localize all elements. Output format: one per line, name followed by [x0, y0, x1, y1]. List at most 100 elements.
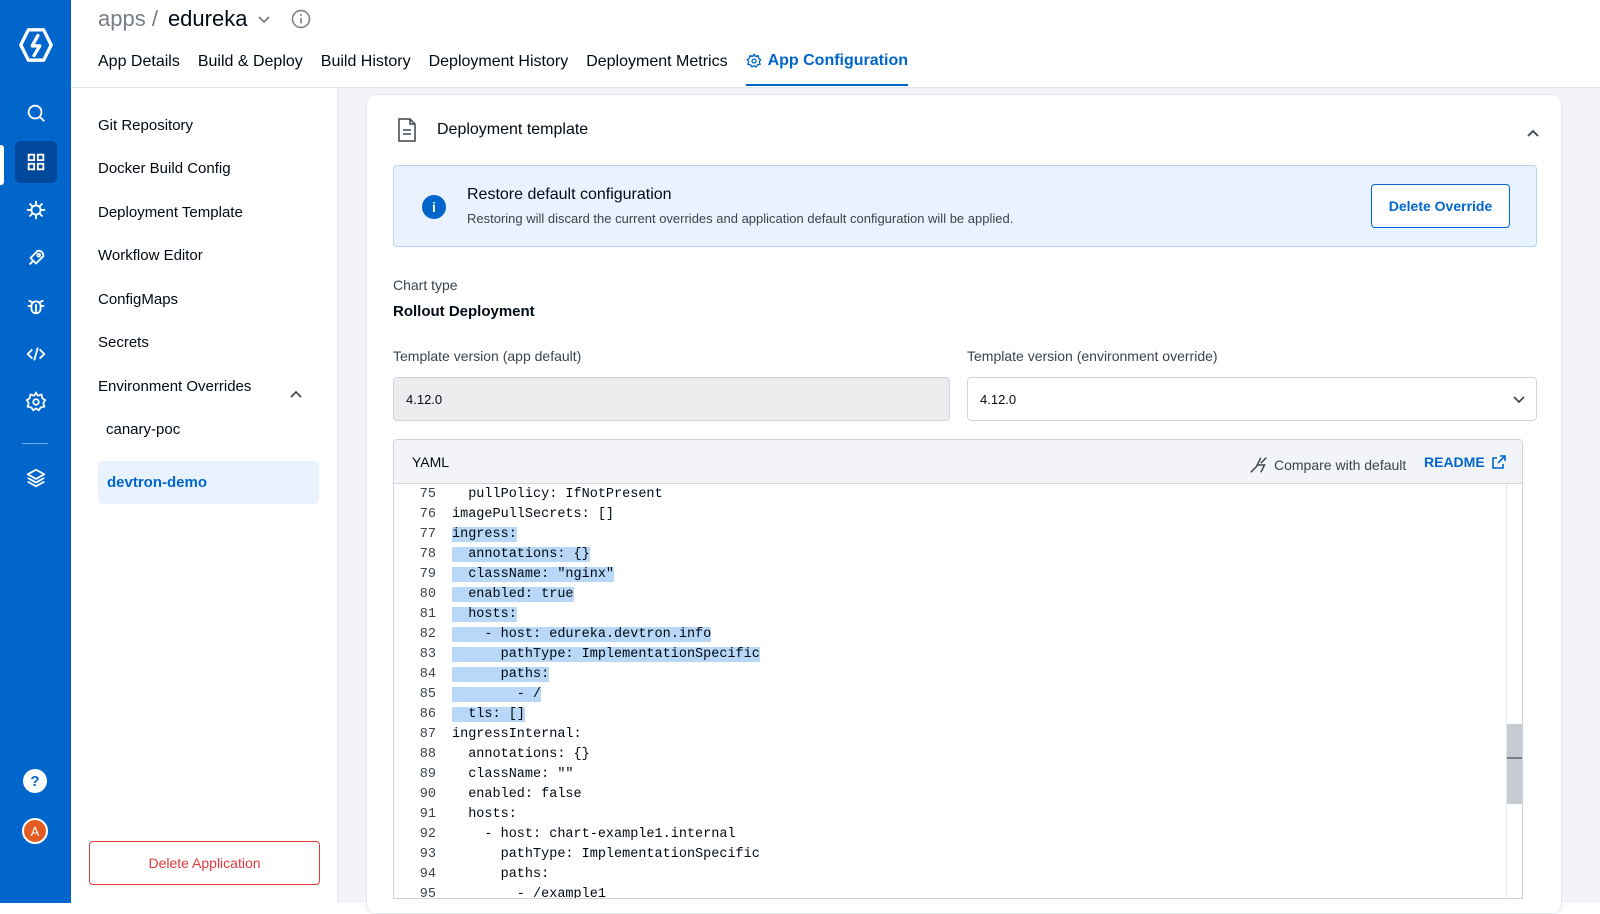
- chevron-up-icon[interactable]: [1525, 125, 1541, 141]
- line-number: 82: [419, 626, 436, 642]
- line-number: 91: [419, 806, 436, 822]
- line-text: tls: []: [452, 706, 525, 722]
- tab-deployment-metrics[interactable]: Deployment Metrics: [586, 52, 727, 86]
- chevron-down-icon: [1513, 396, 1525, 404]
- line-number: 87: [419, 726, 436, 742]
- line-text: - /: [452, 686, 542, 702]
- sidebar-item-git-repository[interactable]: Git Repository: [98, 117, 193, 134]
- scrollbar-thumb[interactable]: [1507, 724, 1522, 804]
- rail-divider: [22, 443, 48, 444]
- delete-application-button[interactable]: Delete Application: [89, 841, 320, 885]
- sidebar-item-secrets[interactable]: Secrets: [98, 334, 149, 351]
- yaml-code-area[interactable]: 75 pullPolicy: IfNotPresent 76 imagePullSe…: [394, 484, 1522, 899]
- line-number: 86: [419, 706, 436, 722]
- tab-build-history[interactable]: Build History: [321, 52, 411, 86]
- template-version-default-label: Template version (app default): [393, 348, 582, 364]
- sidebar-item-devtron-demo[interactable]: devtron-demo: [98, 461, 319, 504]
- info-icon[interactable]: [291, 9, 311, 29]
- readme-link[interactable]: README: [1424, 454, 1507, 470]
- code-line: 89 className: "": [394, 764, 1522, 784]
- devtron-logo-icon[interactable]: [17, 26, 55, 64]
- code-line: 93 pathType: ImplementationSpecific: [394, 844, 1522, 864]
- template-version-override-select[interactable]: 4.12.0: [967, 377, 1537, 421]
- yaml-scrollbar[interactable]: [1506, 484, 1522, 898]
- deployment-template-card: Deployment template i Restore default co…: [366, 94, 1562, 914]
- tab-build-deploy[interactable]: Build & Deploy: [198, 52, 303, 86]
- line-text: enabled: true: [452, 586, 574, 602]
- code-line: 83 pathType: ImplementationSpecific: [394, 644, 1522, 664]
- code-line: 75 pullPolicy: IfNotPresent: [394, 484, 1522, 504]
- compare-arrows-icon: [1250, 457, 1267, 473]
- restore-title: Restore default configuration: [467, 186, 672, 203]
- rail-active-indicator: [0, 145, 4, 185]
- rocket-icon[interactable]: [15, 237, 57, 279]
- line-number: 76: [419, 506, 436, 522]
- line-text: pathType: ImplementationSpecific: [452, 646, 760, 662]
- yaml-editor-header: YAML Compare with default README: [394, 440, 1522, 484]
- line-number: 77: [419, 526, 436, 542]
- breadcrumb: apps / edureka: [98, 6, 311, 32]
- avatar[interactable]: A: [22, 818, 48, 844]
- line-text: pathType: ImplementationSpecific: [452, 846, 760, 862]
- line-number: 90: [419, 786, 436, 802]
- code-line: 76 imagePullSecrets: []: [394, 504, 1522, 524]
- chart-type-label: Chart type: [393, 277, 458, 293]
- line-text: hosts:: [452, 806, 517, 822]
- card-title: Deployment template: [437, 121, 589, 138]
- sidebar-item-configmaps[interactable]: ConfigMaps: [98, 291, 178, 308]
- template-version-override-label: Template version (environment override): [967, 348, 1218, 364]
- line-number: 78: [419, 546, 436, 562]
- sidebar-item-workflow-editor[interactable]: Workflow Editor: [98, 247, 203, 264]
- tab-app-details[interactable]: App Details: [98, 52, 180, 86]
- restore-default-banner: i Restore default configuration Restorin…: [393, 165, 1537, 247]
- code-line: 92 - host: chart-example1.internal: [394, 824, 1522, 844]
- main-content: Deployment template i Restore default co…: [338, 88, 1600, 914]
- line-text: - host: chart-example1.internal: [452, 826, 736, 842]
- line-number: 89: [419, 766, 436, 782]
- code-line: 77 ingress:: [394, 524, 1522, 544]
- line-text: annotations: {}: [452, 546, 590, 562]
- breadcrumb-apps-link[interactable]: apps /: [98, 6, 158, 32]
- apps-grid-icon[interactable]: [15, 141, 57, 183]
- tab-app-configuration[interactable]: App Configuration: [745, 52, 908, 86]
- sidebar-item-deployment-template[interactable]: Deployment Template: [98, 204, 243, 221]
- code-line: 79 className: "nginx": [394, 564, 1522, 584]
- code-icon[interactable]: [15, 333, 57, 375]
- stack-icon[interactable]: [15, 457, 57, 499]
- config-sidebar: Git Repository Docker Build Config Deplo…: [71, 88, 338, 903]
- sidebar-item-docker-build-config[interactable]: Docker Build Config: [98, 160, 231, 177]
- line-text: - host: edureka.devtron.info: [452, 626, 712, 642]
- external-link-icon: [1491, 455, 1506, 469]
- code-line: 88 annotations: {}: [394, 744, 1522, 764]
- sidebar-item-canary-poc[interactable]: canary-poc: [106, 421, 180, 438]
- chevron-down-icon[interactable]: [257, 12, 271, 26]
- template-version-default-field: 4.12.0: [393, 377, 950, 421]
- code-line: 90 enabled: false: [394, 784, 1522, 804]
- line-text: className: "": [452, 766, 574, 782]
- chevron-up-icon[interactable]: [289, 387, 303, 401]
- code-line: 85 - /: [394, 684, 1522, 704]
- sidebar-item-environment-overrides[interactable]: Environment Overrides: [98, 378, 251, 395]
- search-icon[interactable]: [15, 92, 57, 134]
- yaml-editor: YAML Compare with default README 75 pull…: [393, 439, 1523, 899]
- line-number: 80: [419, 586, 436, 602]
- yaml-title: YAML: [412, 454, 450, 470]
- code-line: 91 hosts:: [394, 804, 1522, 824]
- restore-description: Restoring will discard the current overr…: [467, 211, 1014, 226]
- helm-wheel-icon[interactable]: [15, 189, 57, 231]
- help-icon[interactable]: ?: [23, 769, 47, 793]
- line-number: 95: [419, 886, 436, 899]
- gear-icon[interactable]: [15, 381, 57, 423]
- tab-deployment-history[interactable]: Deployment History: [429, 52, 569, 86]
- line-number: 83: [419, 646, 436, 662]
- line-text: hosts:: [452, 606, 517, 622]
- info-icon: i: [422, 195, 446, 219]
- bug-icon[interactable]: [15, 285, 57, 327]
- code-line: 87 ingressInternal:: [394, 724, 1522, 744]
- compare-with-default-button[interactable]: Compare with default: [1248, 454, 1406, 476]
- code-line: 84 paths:: [394, 664, 1522, 684]
- line-text: annotations: {}: [452, 746, 590, 762]
- line-text: paths:: [452, 866, 550, 882]
- delete-override-button[interactable]: Delete Override: [1371, 184, 1510, 228]
- line-number: 84: [419, 666, 436, 682]
